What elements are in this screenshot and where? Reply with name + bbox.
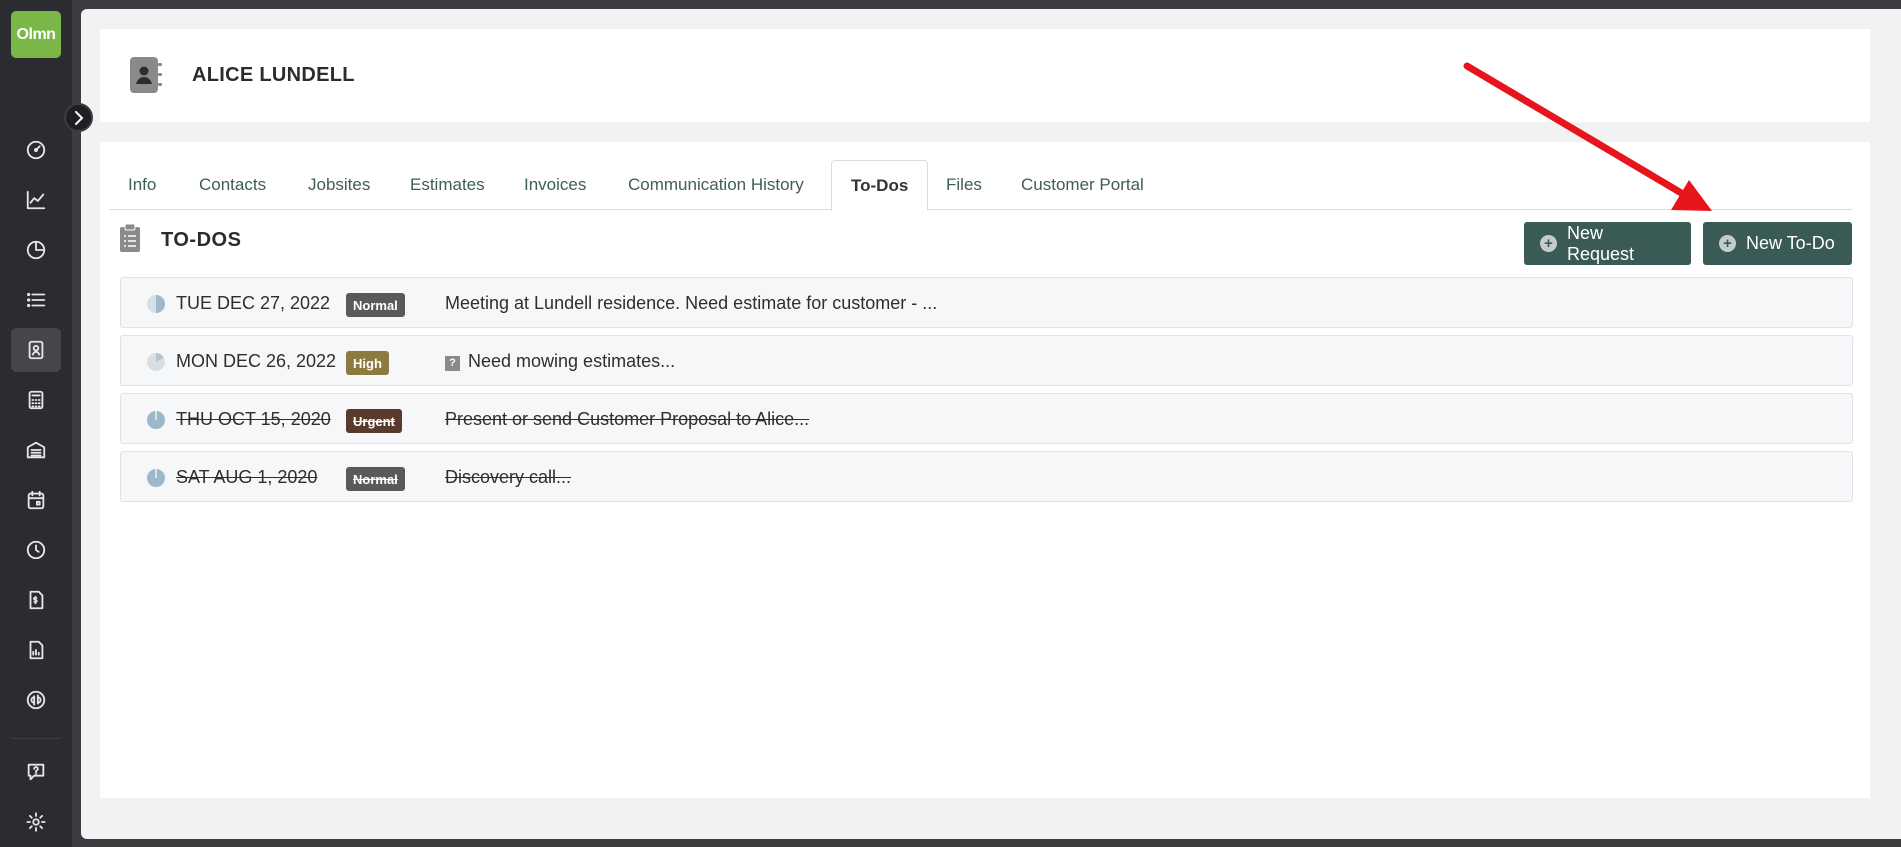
progress-pie-icon bbox=[147, 295, 165, 313]
new-todo-label: New To-Do bbox=[1746, 233, 1835, 253]
customer-tabs: Info Contacts Jobsites Estimates Invoice… bbox=[109, 160, 1852, 211]
sidebar-item-equipment[interactable] bbox=[11, 428, 61, 472]
todo-row[interactable]: SAT AUG 1, 2020 Normal Discovery call... bbox=[120, 451, 1853, 502]
sidebar-item-timesheets[interactable] bbox=[11, 528, 61, 572]
calendar-icon bbox=[27, 490, 45, 510]
progress-pie-icon bbox=[147, 353, 165, 371]
priority-badge: Normal bbox=[346, 467, 405, 491]
tab-contacts[interactable]: Contacts bbox=[180, 160, 285, 210]
todo-row[interactable]: THU OCT 15, 2020 Urgent Present or send … bbox=[120, 393, 1853, 444]
clock-icon bbox=[26, 540, 46, 560]
todo-description: Meeting at Lundell residence. Need estim… bbox=[445, 293, 938, 313]
dashboard-icon bbox=[26, 140, 46, 160]
priority-badge: High bbox=[346, 351, 389, 375]
pie-chart-icon bbox=[26, 240, 46, 260]
plus-circle-icon: + bbox=[1540, 235, 1557, 252]
list-icon bbox=[27, 292, 46, 308]
customer-name: ALICE LUNDELL bbox=[192, 64, 355, 86]
help-icon bbox=[27, 763, 45, 781]
tab-to-dos[interactable]: To-Dos bbox=[831, 160, 929, 211]
sidebar-item-dashboard[interactable] bbox=[11, 128, 61, 172]
sidebar-item-customers[interactable] bbox=[11, 328, 61, 372]
sidebar-item-analytics[interactable] bbox=[11, 178, 61, 222]
quickbooks-icon bbox=[26, 690, 46, 710]
todo-date: SAT AUG 1, 2020 bbox=[176, 467, 318, 487]
sidebar-item-estimates[interactable] bbox=[11, 378, 61, 422]
clipboard-list-icon bbox=[120, 224, 140, 252]
sidebar-item-calendar[interactable] bbox=[11, 478, 61, 522]
question-icon: ? bbox=[445, 355, 460, 371]
new-request-label: New Request bbox=[1566, 222, 1635, 264]
todo-date: MON DEC 26, 2022 bbox=[176, 351, 337, 371]
sidebar-item-settings[interactable] bbox=[11, 800, 61, 844]
calculator-icon bbox=[28, 390, 44, 410]
todo-description: Discovery call... bbox=[445, 467, 572, 487]
progress-pie-icon bbox=[147, 411, 165, 429]
tab-invoices[interactable]: Invoices bbox=[505, 160, 605, 210]
tab-customer-portal[interactable]: Customer Portal bbox=[1002, 160, 1163, 210]
tab-communication-history[interactable]: Communication History bbox=[609, 160, 823, 210]
contact-book-icon bbox=[28, 340, 44, 360]
customer-header bbox=[100, 29, 1870, 122]
sidebar-expand-button[interactable] bbox=[64, 103, 93, 132]
todo-description: ? Need mowing estimates... bbox=[445, 351, 675, 372]
new-request-button[interactable]: + New Request bbox=[1524, 222, 1691, 265]
tab-jobsites[interactable]: Jobsites bbox=[289, 160, 389, 210]
new-todo-button[interactable]: + New To-Do bbox=[1703, 222, 1852, 265]
contact-book-icon bbox=[130, 57, 162, 93]
todo-description-text: Need mowing estimates... bbox=[468, 351, 676, 371]
app-logo[interactable]: Olmn bbox=[11, 11, 61, 58]
plus-circle-icon: + bbox=[1719, 235, 1736, 252]
chevron-right-icon bbox=[74, 110, 83, 125]
sidebar-item-reports[interactable] bbox=[11, 228, 61, 272]
gear-icon bbox=[26, 812, 46, 832]
sidebar-item-documents[interactable] bbox=[11, 628, 61, 672]
todo-date: TUE DEC 27, 2022 bbox=[176, 293, 331, 313]
sidebar-item-quickbooks[interactable] bbox=[11, 678, 61, 722]
todo-row[interactable]: MON DEC 26, 2022 High ? Need mowing estim… bbox=[120, 335, 1853, 386]
tab-files[interactable]: Files bbox=[927, 160, 1001, 210]
invoice-icon bbox=[29, 590, 44, 610]
todo-date: THU OCT 15, 2020 bbox=[176, 409, 331, 429]
tab-estimates[interactable]: Estimates bbox=[391, 160, 504, 210]
report-icon bbox=[29, 640, 44, 660]
todo-row[interactable]: TUE DEC 27, 2022 Normal Meeting at Lunde… bbox=[120, 277, 1853, 328]
sidebar-item-invoices[interactable] bbox=[11, 578, 61, 622]
priority-badge: Urgent bbox=[346, 409, 402, 433]
sidebar-item-list[interactable] bbox=[11, 278, 61, 322]
sidebar: Olmn bbox=[0, 0, 72, 847]
priority-badge: Normal bbox=[346, 293, 405, 317]
sidebar-item-help[interactable] bbox=[11, 750, 61, 794]
section-title: TO-DOS bbox=[161, 229, 242, 251]
line-chart-icon bbox=[26, 190, 46, 210]
tab-info[interactable]: Info bbox=[109, 160, 175, 210]
progress-pie-icon bbox=[147, 469, 165, 487]
todo-description: Present or send Customer Proposal to Ali… bbox=[445, 409, 810, 429]
warehouse-icon bbox=[26, 441, 46, 459]
sidebar-divider bbox=[11, 738, 61, 739]
